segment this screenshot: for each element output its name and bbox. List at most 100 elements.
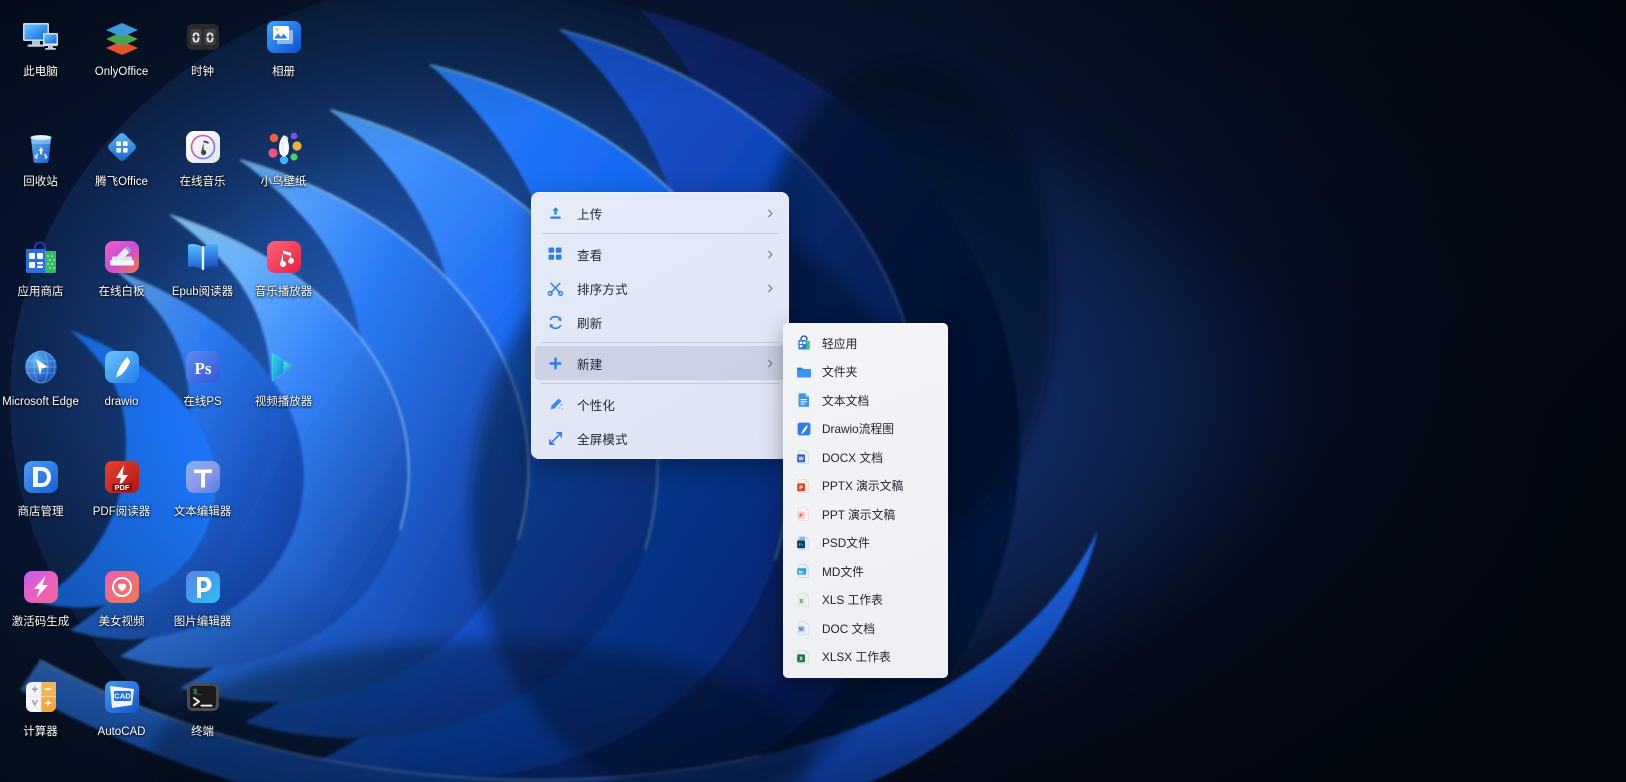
desktop-icon-beauty-video[interactable]: 美女视频 — [81, 556, 162, 666]
submenu-item-doc-file[interactable]: W DOC 文档 — [786, 614, 945, 643]
svg-text:W: W — [798, 457, 804, 463]
desktop-context-menu[interactable]: 上传 查看 排序方式 刷新 新建 个性化 全屏模式 — [531, 192, 789, 459]
online-whiteboard-icon — [101, 236, 143, 278]
onlyoffice-icon — [101, 16, 143, 58]
desktop-icon-activation-code[interactable]: 激活码生成 — [0, 556, 81, 666]
upload-icon — [545, 203, 565, 223]
submenu-item-drawio-file[interactable]: Drawio流程图 — [786, 415, 945, 444]
submenu-item-pptx-file[interactable]: P PPTX 演示文稿 — [786, 472, 945, 501]
no-arrow — [764, 316, 776, 328]
new-item-submenu[interactable]: 轻应用 文件夹 文本文档 Drawio流程图 W DOCX 文档 P PPTX … — [783, 323, 948, 678]
submenu-item-ppt-file[interactable]: P PPT 演示文稿 — [786, 500, 945, 529]
desktop-icon-label: Epub阅读器 — [171, 286, 234, 298]
desktop-icon-label: AutoCAD — [97, 726, 146, 738]
context-menu-item-new[interactable]: 新建 — [535, 346, 785, 380]
desktop-icon-tengfei-office[interactable]: 腾飞Office — [81, 116, 162, 226]
context-menu-item-view[interactable]: 查看 — [535, 237, 785, 271]
desktop-icon-online-music[interactable]: 在线音乐 — [162, 116, 243, 226]
activation-code-icon — [20, 566, 62, 608]
desktop-icon-text-editor[interactable]: 文本编辑器 — [162, 446, 243, 556]
desktop-icon-empty — [243, 556, 324, 666]
desktop-icon-terminal[interactable]: $_ 终端 — [162, 666, 243, 776]
submenu-item-label: 轻应用 — [822, 336, 858, 351]
context-menu-item-sort-by[interactable]: 排序方式 — [535, 271, 785, 305]
desktop-icon-epub-reader[interactable]: Epub阅读器 — [162, 226, 243, 336]
video-player-icon — [263, 346, 305, 388]
desktop-icon-label: drawio — [104, 396, 139, 408]
svg-text:PDF: PDF — [114, 483, 129, 492]
xlsx-file-icon: X — [795, 648, 812, 665]
submenu-item-label: PPT 演示文稿 — [822, 507, 896, 522]
microsoft-edge-icon — [20, 346, 62, 388]
view-grid-icon — [545, 244, 565, 264]
desktop-icon-store-manager[interactable]: 商店管理 — [0, 446, 81, 556]
image-editor-icon — [182, 566, 224, 608]
submenu-item-text-file[interactable]: 文本文档 — [786, 386, 945, 415]
calculator-icon — [20, 676, 62, 718]
desktop[interactable]: 此电脑 OnlyOffice 0 0 时钟 相册 回收站 腾飞Office 在线… — [0, 0, 1626, 782]
tengfei-office-icon — [101, 126, 143, 168]
fullscreen-icon — [545, 428, 565, 448]
desktop-icon-video-player[interactable]: 视频播放器 — [243, 336, 324, 446]
no-arrow — [764, 432, 776, 444]
chevron-right-icon — [764, 248, 776, 260]
desktop-icon-app-store[interactable]: 应用商店 — [0, 226, 81, 336]
submenu-item-folder[interactable]: 文件夹 — [786, 358, 945, 387]
context-menu-item-upload[interactable]: 上传 — [535, 196, 785, 230]
svg-text:Ps: Ps — [194, 359, 211, 378]
desktop-icon-label: 视频播放器 — [254, 396, 313, 408]
desktop-icon-photo-album[interactable]: 相册 — [243, 6, 324, 116]
desktop-icon-onlyoffice[interactable]: OnlyOffice — [81, 6, 162, 116]
context-menu-item-refresh[interactable]: 刷新 — [535, 305, 785, 339]
empty-slot-icon — [263, 456, 305, 498]
submenu-item-xlsx-file[interactable]: X XLSX 工作表 — [786, 643, 945, 672]
desktop-icon-autocad[interactable]: CAD AutoCAD — [81, 666, 162, 776]
svg-text:X: X — [799, 656, 803, 662]
music-player-icon — [263, 236, 305, 278]
clock-icon: 0 0 — [182, 16, 224, 58]
desktop-icon-drawio[interactable]: drawio — [81, 336, 162, 446]
desktop-icon-label: 美女视频 — [98, 616, 145, 628]
submenu-item-xls-file[interactable]: X XLS 工作表 — [786, 586, 945, 615]
desktop-icon-bird-wallpaper[interactable]: 小鸟壁纸 — [243, 116, 324, 226]
empty-slot-icon — [263, 566, 305, 608]
desktop-icon-pdf-reader[interactable]: PDF PDF阅读器 — [81, 446, 162, 556]
desktop-icon-recycle-bin[interactable]: 回收站 — [0, 116, 81, 226]
desktop-icon-microsoft-edge[interactable]: Microsoft Edge — [0, 336, 81, 446]
desktop-icon-calculator[interactable]: 计算器 — [0, 666, 81, 776]
plus-icon — [545, 353, 565, 373]
desktop-icon-music-player[interactable]: 音乐播放器 — [243, 226, 324, 336]
chevron-right-icon — [764, 282, 776, 294]
personalize-icon — [545, 394, 565, 414]
context-menu-item-personalize[interactable]: 个性化 — [535, 387, 785, 421]
submenu-item-light-app[interactable]: 轻应用 — [786, 329, 945, 358]
desktop-icon-label: 此电脑 — [23, 66, 58, 78]
submenu-item-md-file[interactable]: M↓ MD文件 — [786, 557, 945, 586]
desktop-icon-image-editor[interactable]: 图片编辑器 — [162, 556, 243, 666]
desktop-icon-label: 终端 — [191, 726, 214, 738]
pdf-reader-icon: PDF — [101, 456, 143, 498]
desktop-icon-grid: 此电脑 OnlyOffice 0 0 时钟 相册 回收站 腾飞Office 在线… — [0, 6, 324, 776]
terminal-icon: $_ — [182, 676, 224, 718]
sort-scissors-icon — [545, 278, 565, 298]
context-menu-separator — [541, 233, 779, 234]
xls-file-icon: X — [795, 591, 812, 608]
light-app-icon — [795, 335, 812, 352]
pptx-file-icon: P — [795, 477, 812, 494]
psd-file-icon: Ps — [795, 534, 812, 551]
svg-text:P: P — [799, 514, 803, 520]
online-ps-icon: Ps — [182, 346, 224, 388]
submenu-item-label: XLSX 工作表 — [822, 650, 891, 665]
desktop-icon-clock[interactable]: 0 0 时钟 — [162, 6, 243, 116]
beauty-video-icon — [101, 566, 143, 608]
submenu-item-docx-file[interactable]: W DOCX 文档 — [786, 443, 945, 472]
context-menu-item-fullscreen[interactable]: 全屏模式 — [535, 421, 785, 455]
submenu-item-psd-file[interactable]: Ps PSD文件 — [786, 529, 945, 558]
desktop-icon-online-whiteboard[interactable]: 在线白板 — [81, 226, 162, 336]
desktop-icon-empty — [243, 666, 324, 776]
folder-icon — [795, 363, 812, 380]
desktop-icon-label: 相册 — [272, 66, 295, 78]
desktop-icon-this-pc[interactable]: 此电脑 — [0, 6, 81, 116]
desktop-icon-online-ps[interactable]: Ps 在线PS — [162, 336, 243, 446]
context-menu-item-label: 个性化 — [577, 398, 616, 413]
